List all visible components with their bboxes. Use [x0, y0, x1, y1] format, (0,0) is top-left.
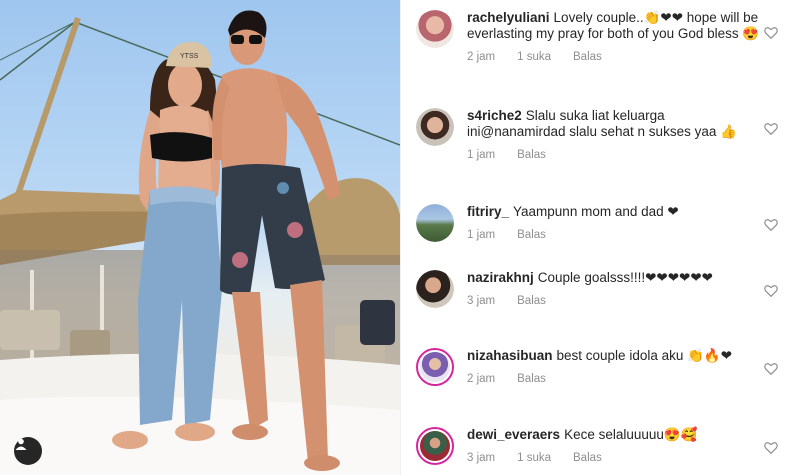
comment-meta: 2 jam 1 suka Balas [467, 51, 760, 63]
avatar[interactable] [416, 270, 454, 308]
comment-text-block: rachelyuliani Lovely couple..👏❤❤ hope wil… [467, 10, 760, 42]
comment-text-block: fitriry_ Yaampunn mom and dad ❤ [467, 204, 760, 220]
avatar-story-ring[interactable] [416, 348, 454, 386]
comment-item: nizahasibuan best couple idola aku 👏🔥❤ 2 … [401, 348, 800, 386]
reply-button[interactable]: Balas [517, 295, 546, 307]
comment-item: fitriry_ Yaampunn mom and dad ❤ 1 jam Bal… [401, 204, 800, 242]
comment-item: dewi_everaers Kece selaluuuuu😍🥰 3 jam 1 s… [401, 427, 800, 465]
comment-time: 2 jam [467, 373, 496, 385]
heart-outline-icon[interactable] [764, 362, 778, 375]
beach-couple-photo: YTSS [0, 10, 400, 475]
comment-text: Couple goalsss!!!!❤❤❤❤❤❤ [537, 270, 713, 285]
reply-button[interactable]: Balas [517, 373, 546, 385]
comment-text: Yaampunn mom and dad ❤ [513, 204, 679, 219]
comment-username[interactable]: nizahasibuan [467, 348, 553, 363]
comment-meta: 1 jam Balas [467, 149, 760, 161]
reply-button[interactable]: Balas [573, 452, 602, 464]
heart-outline-icon[interactable] [764, 284, 778, 297]
reply-button[interactable]: Balas [517, 229, 546, 241]
reply-button[interactable]: Balas [517, 149, 546, 161]
comment-text-block: dewi_everaers Kece selaluuuuu😍🥰 [467, 427, 760, 443]
comment-username[interactable]: nazirakhnj [467, 270, 534, 285]
comments-list: rachelyuliani Lovely couple..👏❤❤ hope wil… [401, 0, 800, 475]
heart-outline-icon[interactable] [764, 122, 778, 135]
comment-text: Kece selaluuuuu😍🥰 [564, 427, 698, 442]
comment-username[interactable]: rachelyuliani [467, 10, 550, 25]
avatar[interactable] [416, 10, 454, 48]
comment-username[interactable]: dewi_everaers [467, 427, 560, 442]
avatar[interactable] [416, 108, 454, 146]
comment-likes[interactable]: 1 suka [517, 452, 551, 464]
comment-item: rachelyuliani Lovely couple..👏❤❤ hope wil… [401, 10, 800, 63]
user-tag-icon [15, 438, 27, 450]
heart-outline-icon[interactable] [764, 441, 778, 454]
comment-item: s4riche2 Slalu suka liat keluarga ini@nan… [401, 108, 800, 161]
comment-username[interactable]: s4riche2 [467, 108, 522, 123]
comment-text: best couple idola aku 👏🔥❤ [556, 348, 733, 363]
comment-text-block: s4riche2 Slalu suka liat keluarga ini@nan… [467, 108, 760, 140]
heart-outline-icon[interactable] [764, 26, 778, 39]
comment-meta: 3 jam 1 suka Balas [467, 452, 760, 464]
comment-time: 3 jam [467, 295, 496, 307]
comment-meta: 2 jam Balas [467, 373, 760, 385]
cap-text: YTSS [180, 53, 199, 60]
avatar[interactable] [416, 204, 454, 242]
comment-meta: 3 jam Balas [467, 295, 760, 307]
avatar-story-ring[interactable] [416, 427, 454, 465]
comment-username[interactable]: fitriry_ [467, 204, 509, 219]
comment-time: 1 jam [467, 149, 496, 161]
reply-button[interactable]: Balas [573, 51, 602, 63]
comment-item: nazirakhnj Couple goalsss!!!!❤❤❤❤❤❤ 3 jam… [401, 270, 800, 308]
comment-time: 3 jam [467, 452, 496, 464]
user-tag-button[interactable] [14, 437, 42, 465]
comment-time: 1 jam [467, 229, 496, 241]
comment-text-block: nazirakhnj Couple goalsss!!!!❤❤❤❤❤❤ [467, 270, 760, 286]
comment-text-block: nizahasibuan best couple idola aku 👏🔥❤ [467, 348, 760, 364]
comment-meta: 1 jam Balas [467, 229, 760, 241]
comment-likes[interactable]: 1 suka [517, 51, 551, 63]
comment-time: 2 jam [467, 51, 496, 63]
post-photo: YTSS [0, 0, 400, 475]
heart-outline-icon[interactable] [764, 218, 778, 231]
